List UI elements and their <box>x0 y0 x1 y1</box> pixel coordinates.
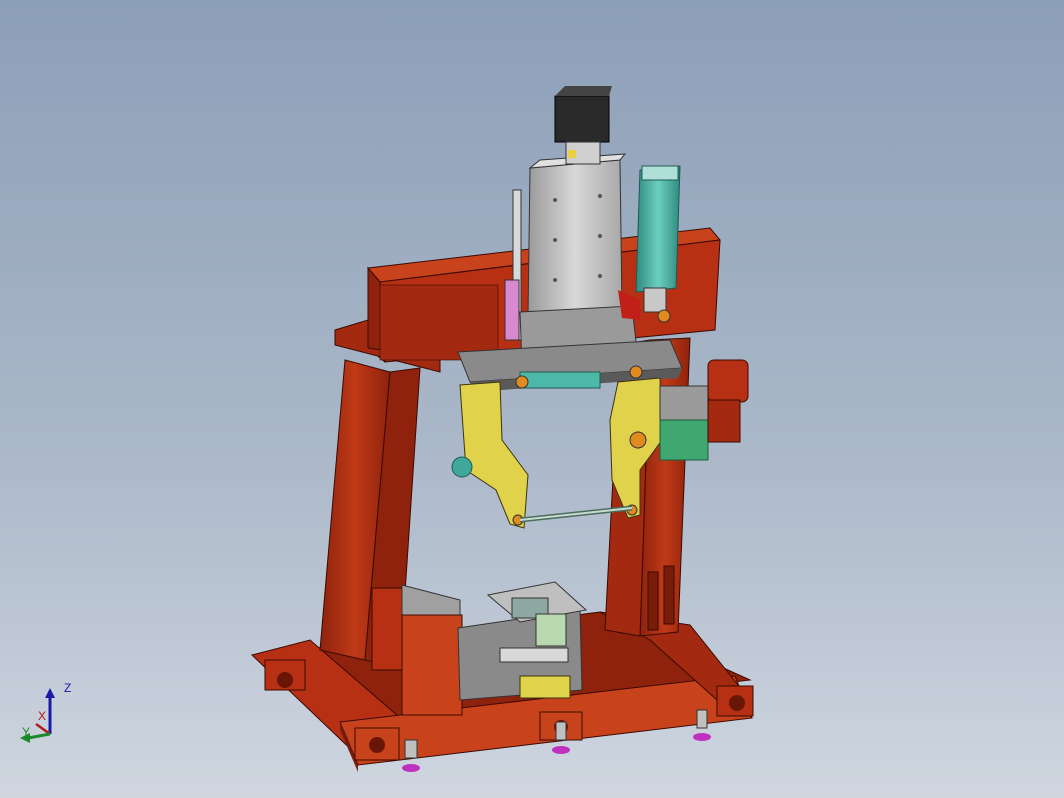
x-axis-label: X <box>38 709 46 723</box>
x-axis-line <box>35 722 51 736</box>
servo-motor <box>554 86 612 165</box>
z-axis-arrow-icon <box>45 688 55 698</box>
lower-fixture <box>371 581 588 716</box>
left-clamp-arm <box>451 381 529 529</box>
z-axis-label: Z <box>64 681 71 695</box>
press-machine-3d-model[interactable] <box>0 0 1064 798</box>
cad-viewport[interactable]: Z X Y <box>0 0 1064 798</box>
y-axis-line <box>27 732 51 740</box>
y-axis-label: Y <box>22 725 30 739</box>
orientation-triad: Z X Y <box>20 681 71 743</box>
